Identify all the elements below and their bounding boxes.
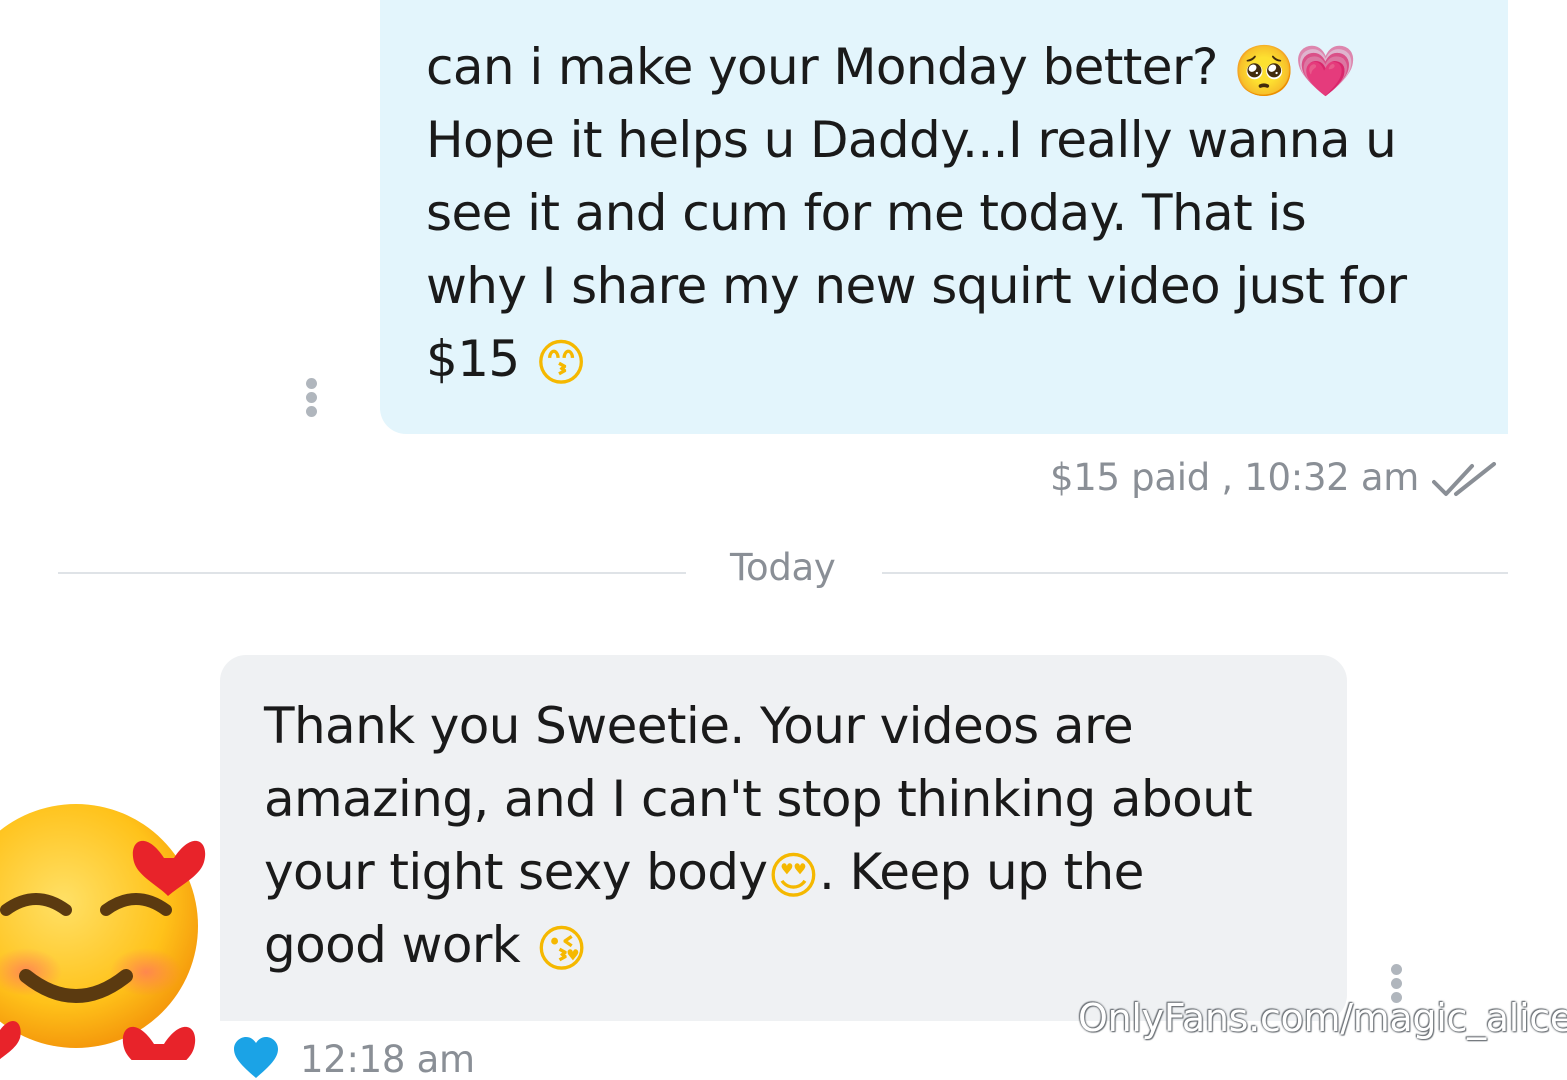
dot (1390, 978, 1402, 989)
heart-eyes-emoji-icon: 😍 (767, 847, 819, 905)
dot (305, 378, 317, 389)
divider-line-left (58, 572, 686, 574)
incoming-message-time: 12:18 am (300, 1038, 475, 1080)
outgoing-line-5: $15 😙 (426, 330, 587, 392)
dot (305, 406, 317, 417)
face-blowing-kiss-emoji-icon: 😘 (535, 920, 587, 978)
outgoing-line-3: see it and cum for me today. That is (426, 184, 1307, 242)
incoming-line-1: Thank you Sweetie. Your videos are (264, 697, 1134, 755)
chat-screen: can i make your Monday better? 🥺💗 Hope i… (0, 0, 1567, 1080)
growing-heart-emoji-icon: 💗 (1294, 42, 1357, 100)
incoming-line-3: your tight sexy body😍. Keep up the (264, 843, 1144, 905)
outgoing-message-text: can i make your Monday better? 🥺💗 Hope i… (426, 31, 1407, 396)
watermark-text: OnlyFans.com/magic_alice (1078, 996, 1567, 1040)
outgoing-message-meta: $15 paid , 10:32 am (1050, 456, 1419, 499)
divider-line-right (882, 572, 1508, 574)
outgoing-line-4: why I share my new squirt video just for (426, 257, 1407, 315)
incoming-line-2: amazing, and I can't stop thinking about (264, 770, 1253, 828)
incoming-message-text: Thank you Sweetie. Your videos are amazi… (264, 690, 1253, 982)
smiling-face-with-hearts-icon (0, 804, 206, 1060)
dot (305, 392, 317, 403)
pleading-face-emoji-icon: 🥺 (1233, 42, 1295, 100)
incoming-line-4: good work 😘 (264, 916, 588, 978)
double-check-icon (1432, 462, 1496, 496)
more-options-icon[interactable] (303, 378, 319, 420)
outgoing-line-2: Hope it helps u Daddy...I really wanna u (426, 111, 1397, 169)
dot (1390, 964, 1402, 975)
outgoing-line-1: can i make your Monday better? 🥺💗 (426, 38, 1357, 100)
date-divider-label: Today (730, 546, 836, 589)
heart-icon[interactable] (232, 1036, 280, 1080)
kissing-smiling-eyes-emoji-icon: 😙 (534, 334, 587, 392)
